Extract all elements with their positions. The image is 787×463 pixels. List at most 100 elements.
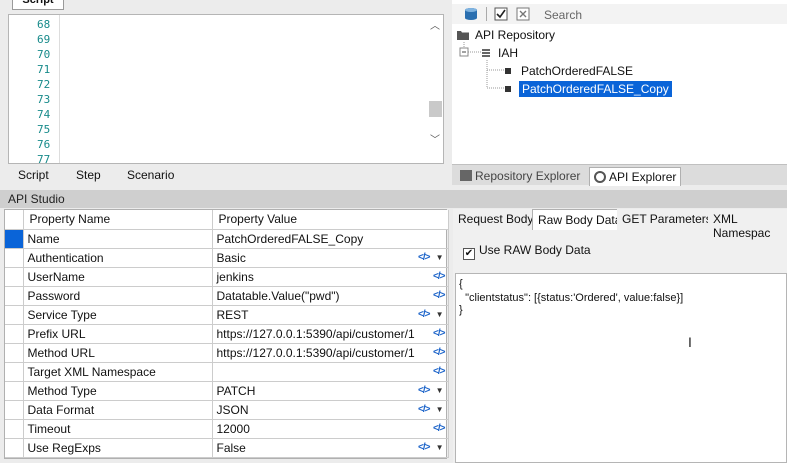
table-row[interactable]: Use RegExps False </> ▼ [5, 438, 449, 458]
property-name: Service Type [23, 305, 213, 325]
tree-group-iah[interactable]: IAH [498, 46, 518, 60]
row-selector[interactable] [5, 305, 24, 325]
row-selector[interactable] [5, 229, 24, 249]
dropdown-arrow-icon[interactable]: ▼ [436, 443, 444, 452]
row-selector[interactable] [5, 438, 24, 458]
property-value[interactable]: https://127.0.0.1:5390/api/customer/1 </> [212, 324, 449, 344]
property-value-text: jenkins [216, 269, 254, 284]
code-icon[interactable]: </> [433, 271, 446, 282]
api-item-icon [505, 68, 511, 74]
code-icon[interactable]: </> [433, 328, 446, 339]
explorer-tabbar: Repository Explorer API Explorer [452, 164, 787, 186]
script-panel: Script 68 69 70 71 72 73 74 75 76 77 ︿ ﹀… [0, 0, 450, 185]
row-selector[interactable] [5, 419, 24, 439]
table-row[interactable]: Service Type REST </> ▼ [5, 305, 449, 325]
tree-item-patchorderedfalse-copy[interactable]: PatchOrderedFALSE_Copy [519, 81, 672, 97]
tab-scenario[interactable]: Scenario [127, 168, 174, 182]
row-selector[interactable] [5, 267, 24, 287]
property-name: Authentication [23, 248, 213, 268]
property-name: Timeout [23, 419, 213, 439]
dropdown-arrow-icon[interactable]: ▼ [436, 310, 444, 319]
row-selector[interactable] [5, 324, 24, 344]
scroll-down-icon[interactable]: ﹀ [430, 131, 440, 146]
table-row[interactable]: Method Type PATCH </> ▼ [5, 381, 449, 401]
tab-raw-body-data[interactable]: Raw Body Data [532, 209, 628, 230]
row-selector[interactable] [5, 400, 24, 420]
tab-request-body[interactable]: Request Body [453, 209, 540, 230]
explorer-toolbar: Search [452, 4, 787, 24]
tab-step[interactable]: Step [76, 168, 101, 182]
code-icon[interactable]: </> [433, 423, 446, 434]
table-row[interactable]: Name PatchOrderedFALSE_Copy [5, 229, 449, 249]
close-icon[interactable] [516, 7, 530, 21]
code-icon[interactable]: </> [433, 290, 446, 301]
use-raw-body-row[interactable]: ✔ Use RAW Body Data [463, 243, 591, 260]
tab-label: API Explorer [609, 170, 677, 184]
property-value[interactable]: </> [212, 362, 449, 382]
code-icon[interactable]: </> [418, 309, 431, 320]
use-raw-body-checkbox[interactable]: ✔ [463, 248, 475, 260]
table-row[interactable]: Target XML Namespace </> [5, 362, 449, 382]
tab-api-explorer[interactable]: API Explorer [589, 167, 682, 186]
property-value[interactable]: False </> ▼ [212, 438, 449, 458]
row-selector[interactable] [5, 248, 24, 268]
column-header-property-name[interactable]: Property Name [23, 210, 213, 230]
script-editor[interactable]: 68 69 70 71 72 73 74 75 76 77 ︿ ﹀ [8, 14, 444, 164]
property-value[interactable]: REST </> ▼ [212, 305, 449, 325]
checkbox-icon[interactable] [494, 7, 508, 21]
row-selector[interactable] [5, 381, 24, 401]
row-selector[interactable] [5, 343, 24, 363]
table-row[interactable]: Timeout 12000 </> [5, 419, 449, 439]
scroll-up-icon[interactable]: ︿ [430, 17, 440, 32]
row-selector[interactable] [5, 286, 24, 306]
table-row[interactable]: Prefix URL https://127.0.0.1:5390/api/cu… [5, 324, 449, 344]
tree-root-api-repository[interactable]: API Repository [475, 28, 555, 42]
column-header-property-value[interactable]: Property Value [212, 210, 449, 230]
code-icon[interactable]: </> [418, 252, 431, 263]
database-icon[interactable] [464, 7, 478, 21]
dropdown-arrow-icon[interactable]: ▼ [436, 253, 444, 262]
table-row[interactable]: Method URL https://127.0.0.1:5390/api/cu… [5, 343, 449, 363]
dropdown-arrow-icon[interactable]: ▼ [436, 386, 444, 395]
property-name: Use RegExps [23, 438, 213, 458]
api-explorer-panel: Search API Repository IAH PatchOrderedFA… [452, 0, 787, 186]
property-name: UserName [23, 267, 213, 287]
property-value-text: Basic [216, 250, 246, 265]
property-value[interactable]: PATCH </> ▼ [212, 381, 449, 401]
table-row[interactable]: Password Datatable.Value("pwd") </> [5, 286, 449, 306]
code-icon[interactable]: </> [433, 347, 446, 358]
property-value-text: JSON [216, 402, 249, 417]
property-value-text: False [216, 440, 246, 455]
api-item-icon [505, 86, 511, 92]
property-value[interactable]: https://127.0.0.1:5390/api/customer/1 </> [212, 343, 449, 363]
property-value[interactable]: jenkins </> [212, 267, 449, 287]
code-icon[interactable]: </> [418, 442, 431, 453]
table-row[interactable]: UserName jenkins </> [5, 267, 449, 287]
property-value[interactable]: PatchOrderedFALSE_Copy [212, 229, 449, 249]
tab-script-top[interactable]: Script [12, 0, 64, 10]
property-value[interactable]: JSON </> ▼ [212, 400, 449, 420]
property-value[interactable]: 12000 </> [212, 419, 449, 439]
property-name: Name [23, 229, 213, 249]
raw-body-line: { [459, 278, 463, 290]
dropdown-arrow-icon[interactable]: ▼ [436, 405, 444, 414]
raw-body-editor[interactable]: { "clientstatus": [{status:'Ordered', va… [455, 273, 787, 463]
tab-xml-namespace[interactable]: XML Namespac [708, 209, 787, 240]
table-row[interactable]: Data Format JSON </> ▼ [5, 400, 449, 420]
code-icon[interactable]: </> [418, 385, 431, 396]
tab-get-parameters[interactable]: GET Parameters [617, 209, 718, 230]
code-icon[interactable]: </> [418, 404, 431, 415]
tree-item-patchorderedfalse[interactable]: PatchOrderedFALSE [521, 64, 633, 78]
search-input[interactable]: Search [544, 8, 582, 22]
table-row[interactable]: Authentication Basic </> ▼ [5, 248, 449, 268]
row-selector[interactable] [5, 362, 24, 382]
tab-script[interactable]: Script [18, 168, 49, 182]
property-name: Method Type [23, 381, 213, 401]
line-number: 72 [37, 78, 51, 91]
scrollbar-thumb[interactable] [429, 101, 442, 117]
vertical-scrollbar[interactable]: ︿ ﹀ [427, 15, 443, 163]
property-value[interactable]: Basic </> ▼ [212, 248, 449, 268]
code-icon[interactable]: </> [433, 366, 446, 377]
tab-repository-explorer[interactable]: Repository Explorer [456, 167, 584, 186]
property-value[interactable]: Datatable.Value("pwd") </> [212, 286, 449, 306]
